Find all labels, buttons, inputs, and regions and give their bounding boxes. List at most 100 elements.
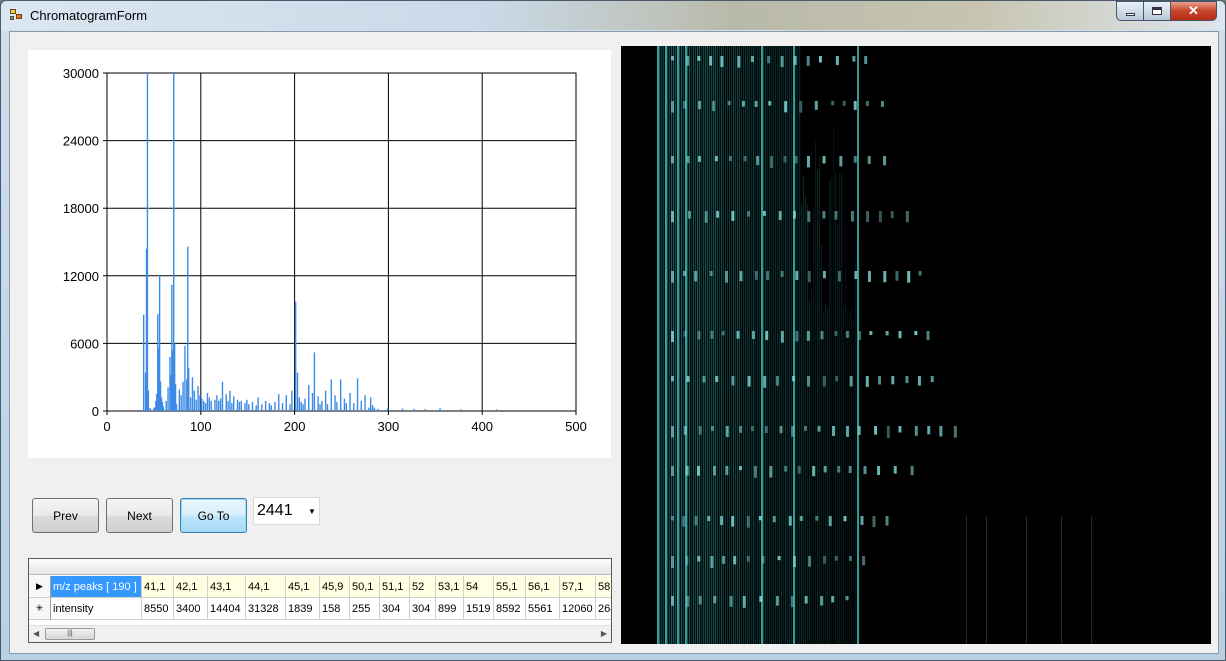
title-bar[interactable]: ChromatogramForm ✕ <box>1 1 1225 30</box>
chromatogram-trace <box>725 46 727 644</box>
spectrum-bar <box>439 408 441 411</box>
table-cell[interactable]: 42,1 <box>174 576 208 598</box>
x-tick-label: 400 <box>471 419 493 434</box>
table-cell[interactable]: 255 <box>350 598 380 620</box>
new-row-icon[interactable]: ✳ <box>29 598 51 620</box>
plot-area <box>106 72 577 412</box>
table-cell[interactable]: 51,1 <box>380 576 410 598</box>
table-cell[interactable]: 14404 <box>208 598 246 620</box>
scan-number-combo[interactable]: 2441 ▼ <box>253 497 320 525</box>
chromatogram-trace <box>828 516 832 527</box>
table-cell[interactable]: 43,1 <box>208 576 246 598</box>
chromatogram-trace <box>704 211 708 223</box>
chromatogram-trace <box>793 56 797 65</box>
chromatogram-trace <box>905 376 909 384</box>
scroll-thumb[interactable]: ||| <box>45 628 95 640</box>
chromatogram-trace <box>695 46 697 644</box>
spectrum-bar <box>401 408 404 411</box>
table-cell[interactable]: 304 <box>410 598 436 620</box>
prev-button[interactable]: Prev <box>32 498 99 533</box>
chromatogram-trace <box>785 46 787 644</box>
chromatogram-trace <box>715 46 717 644</box>
scan-number-value[interactable]: 2441 <box>254 502 305 520</box>
chromatogram-trace <box>725 426 729 437</box>
chromatogram-trace <box>835 376 839 382</box>
table-cell[interactable]: 8592 <box>494 598 526 620</box>
chromatogram-trace <box>689 46 691 644</box>
horizontal-scrollbar[interactable]: ◀ ||| ▶ <box>29 625 611 642</box>
table-row[interactable]: ▶ m/z peaks [ 190 ] 41,1 42,1 43,1 44,1 45,1… <box>29 576 611 598</box>
table-cell[interactable]: 12060 <box>560 598 596 620</box>
chromatogram-trace <box>686 376 690 382</box>
chromatogram-trace <box>751 331 755 340</box>
maximize-button[interactable] <box>1143 1 1170 21</box>
table-cell[interactable]: 158 <box>320 598 350 620</box>
peaks-grid[interactable]: ▶ m/z peaks [ 190 ] 41,1 42,1 43,1 44,1 45,1… <box>28 558 612 643</box>
row-header-mz[interactable]: m/z peaks [ 190 ] <box>51 576 142 598</box>
chromatogram-trace <box>849 376 853 387</box>
table-cell[interactable]: 45,9 <box>320 576 350 598</box>
table-cell[interactable]: 57,1 <box>560 576 596 598</box>
scroll-left-icon[interactable]: ◀ <box>33 629 39 638</box>
spectrum-bar <box>221 381 224 411</box>
chromatogram-trace <box>728 156 732 161</box>
table-cell[interactable]: 52 <box>410 576 436 598</box>
chromatogram-trace <box>767 46 769 644</box>
minimize-button[interactable] <box>1116 1 1143 21</box>
chevron-down-icon[interactable]: ▼ <box>305 507 319 516</box>
table-cell[interactable]: 3400 <box>174 598 208 620</box>
chromatogram-trace <box>917 376 921 386</box>
chromatogram-trace <box>736 331 740 339</box>
table-row[interactable]: ✳ intensity 8550 3400 14404 31328 1839 158 255… <box>29 598 611 620</box>
chromatogram-trace <box>733 556 737 565</box>
table-cell[interactable]: 899 <box>436 598 464 620</box>
chromatogram-trace <box>758 516 762 521</box>
row-header-intensity[interactable]: intensity <box>51 598 142 620</box>
chromatogram-trace <box>858 331 862 341</box>
table-cell[interactable]: 44,1 <box>246 576 286 598</box>
table-cell[interactable]: 50,1 <box>350 576 380 598</box>
chromatogram-trace <box>715 376 719 383</box>
table-cell[interactable]: 41,1 <box>142 576 174 598</box>
row-selected-icon[interactable]: ▶ <box>29 576 51 598</box>
table-cell[interactable]: 58, <box>596 576 611 598</box>
chromatogram-trace <box>792 556 796 568</box>
table-cell[interactable]: 55,1 <box>494 576 526 598</box>
chromatogram-trace <box>790 596 794 608</box>
chromatogram-trace <box>749 46 751 644</box>
chromatogram-trace <box>823 466 827 473</box>
chromatogram-trace <box>731 211 735 221</box>
goto-button[interactable]: Go To <box>180 498 247 533</box>
chromatogram-trace <box>843 304 845 644</box>
chromatogram-trace <box>860 516 864 525</box>
table-cell[interactable]: 53,1 <box>436 576 464 598</box>
chromatogram-trace <box>1091 516 1092 644</box>
chromatogram-trace <box>803 426 807 431</box>
close-button[interactable]: ✕ <box>1170 1 1217 21</box>
chromatogram-trace <box>842 101 846 106</box>
chromatogram-trace <box>707 46 709 644</box>
spectrum-bar <box>146 73 149 411</box>
chromatogram-trace <box>797 466 801 474</box>
table-cell[interactable]: 8550 <box>142 598 174 620</box>
table-cell[interactable]: 56,1 <box>526 576 560 598</box>
table-cell[interactable]: 1839 <box>286 598 320 620</box>
app-icon <box>10 9 24 22</box>
scroll-right-icon[interactable]: ▶ <box>601 629 607 638</box>
table-cell[interactable]: 268 <box>596 598 611 620</box>
spectrum-bar <box>298 397 301 411</box>
next-button[interactable]: Next <box>106 498 173 533</box>
spectrum-bar <box>369 397 372 411</box>
spectrum-bar <box>255 405 257 411</box>
spectrum-bar <box>345 403 347 411</box>
chromatogram-trace <box>907 271 911 283</box>
table-cell[interactable]: 54 <box>464 576 494 598</box>
spectrum-bar <box>356 378 359 411</box>
chromatogram-trace <box>878 376 882 385</box>
table-cell[interactable]: 304 <box>380 598 410 620</box>
chromatogram-trace <box>765 331 769 340</box>
table-cell[interactable]: 45,1 <box>286 576 320 598</box>
table-cell[interactable]: 5561 <box>526 598 560 620</box>
table-cell[interactable]: 31328 <box>246 598 286 620</box>
table-cell[interactable]: 1519 <box>464 598 494 620</box>
